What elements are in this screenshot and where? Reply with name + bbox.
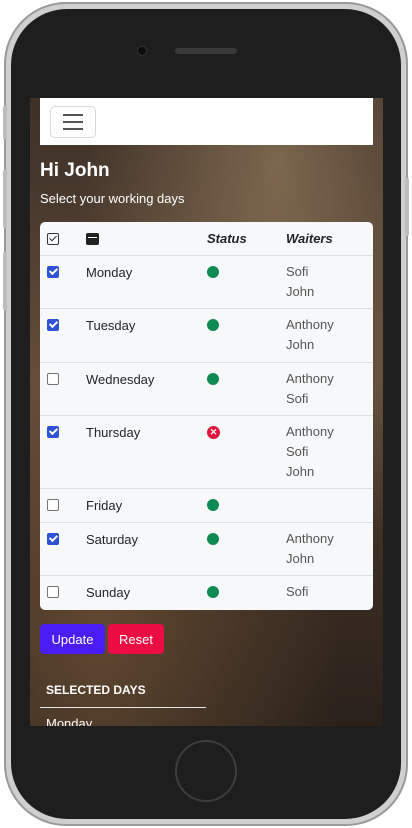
day-label: Wednesday	[86, 372, 155, 387]
day-checkbox[interactable]	[47, 533, 59, 545]
phone-volume-down	[3, 252, 7, 310]
navbar	[40, 98, 373, 145]
day-checkbox[interactable]	[47, 499, 59, 511]
home-button[interactable]	[175, 740, 237, 802]
selected-days-title: SELECTED DAYS	[46, 683, 146, 697]
day-checkbox[interactable]	[47, 266, 59, 278]
update-button[interactable]: Update	[40, 624, 105, 654]
day-label: Monday	[86, 265, 133, 280]
waiter-name: Sofi	[286, 264, 309, 279]
selected-day-item: Monday	[46, 716, 93, 726]
green-dot-icon	[207, 266, 219, 278]
day-checkbox[interactable]	[47, 586, 59, 598]
waiters-list: Sofi	[286, 582, 308, 602]
table-row: Saturday Anthony John	[40, 523, 373, 576]
speaker-grille	[175, 48, 237, 54]
green-dot-icon	[207, 533, 219, 545]
waiters-list: Anthony Sofi	[286, 369, 334, 409]
day-checkbox[interactable]	[47, 373, 59, 385]
waiters-column-header: Waiters	[286, 231, 333, 246]
day-label: Thursday	[86, 425, 141, 440]
divider	[40, 707, 206, 708]
table-row: Thursday ✕ Anthony Sofi John	[40, 416, 373, 489]
waiter-name: John	[286, 284, 315, 299]
waiters-list: Anthony John	[286, 529, 334, 569]
day-checkbox[interactable]	[47, 426, 59, 438]
page-title: Hi John	[40, 160, 110, 181]
waiter-name: Sofi	[286, 584, 309, 599]
waiter-name: Anthony	[286, 317, 334, 332]
waiter-name: Anthony	[286, 531, 334, 546]
waiters-list: Anthony Sofi John	[286, 422, 334, 482]
green-dot-icon	[207, 319, 219, 331]
green-dot-icon	[207, 586, 219, 598]
waiter-name: John	[286, 337, 315, 352]
waiter-name: Anthony	[286, 424, 334, 439]
waiter-name: Anthony	[286, 371, 334, 386]
day-checkbox[interactable]	[47, 319, 59, 331]
table-row: Tuesday Anthony John	[40, 309, 373, 363]
green-dot-icon	[207, 499, 219, 511]
table-row: Friday	[40, 489, 373, 523]
working-days-table: Status Waiters Monday Sofi John Tuesday Anth…	[40, 222, 373, 610]
day-label: Sunday	[86, 585, 131, 600]
waiters-list: Anthony John	[286, 315, 334, 355]
waiter-name: Sofi	[286, 444, 309, 459]
table-header-row: Status Waiters	[40, 222, 373, 256]
day-label: Tuesday	[86, 318, 136, 333]
day-label: Friday	[86, 498, 123, 513]
waiter-name: John	[286, 464, 315, 479]
app-screen: Hi John Select your working days Status …	[30, 98, 383, 726]
page-subtitle: Select your working days	[40, 191, 185, 206]
calendar-icon	[86, 233, 99, 245]
waiter-name: Sofi	[286, 391, 309, 406]
status-column-header: Status	[207, 231, 247, 246]
table-row: Sunday Sofi	[40, 576, 373, 610]
waiter-name: John	[286, 551, 315, 566]
phone-power-button	[405, 178, 409, 236]
day-label: Saturday	[86, 532, 139, 547]
reset-button[interactable]: Reset	[108, 624, 164, 654]
checkbox-icon	[47, 233, 59, 245]
camera-icon	[138, 47, 146, 55]
red-x-circle-icon: ✕	[207, 426, 220, 439]
phone-side-button	[3, 106, 7, 139]
waiters-list: Sofi John	[286, 262, 314, 302]
green-dot-icon	[207, 373, 219, 385]
table-row: Wednesday Anthony Sofi	[40, 363, 373, 416]
hamburger-icon[interactable]	[50, 106, 96, 138]
table-row: Monday Sofi John	[40, 256, 373, 309]
phone-volume-up	[3, 170, 7, 228]
